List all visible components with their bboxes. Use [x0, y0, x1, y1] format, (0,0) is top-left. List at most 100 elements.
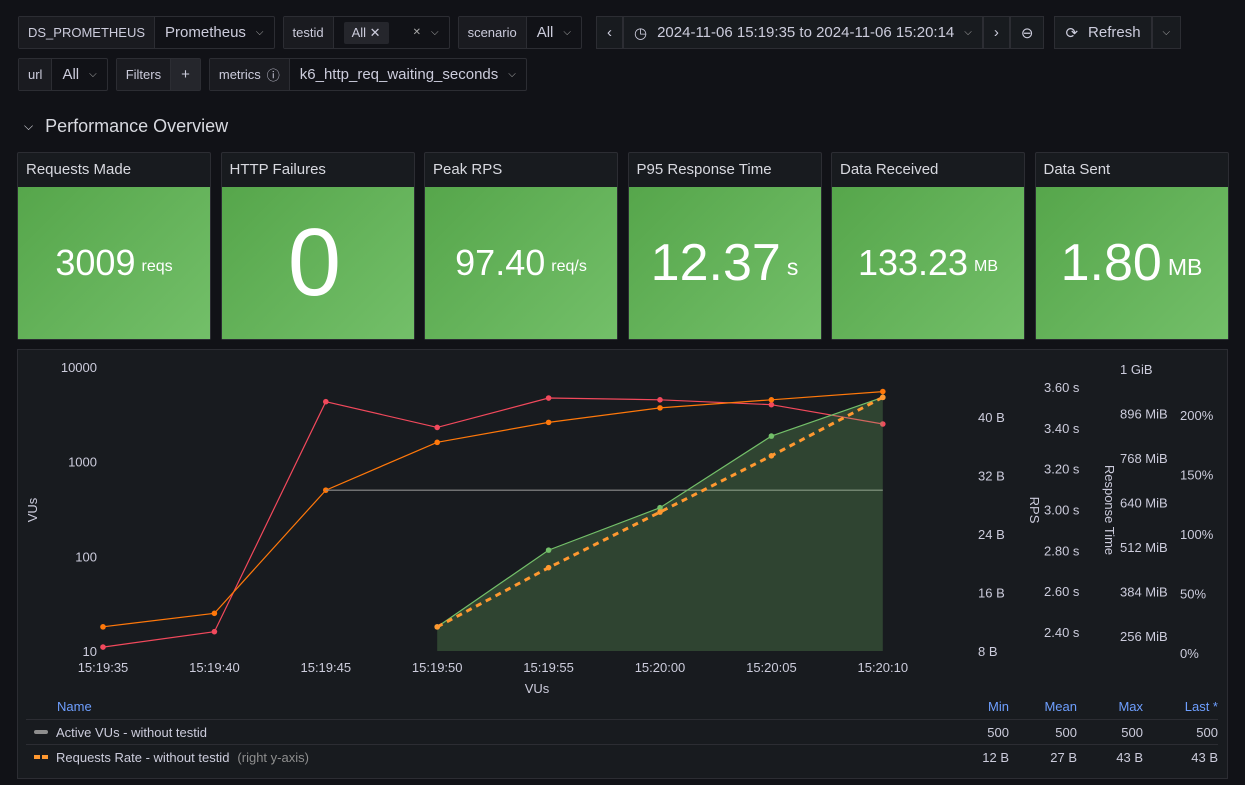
y-tick-label: 10 — [83, 644, 97, 659]
right-axis-tick: 3.40 s — [1044, 421, 1080, 436]
chevron-down-icon: ⌵ — [508, 69, 516, 80]
metrics-select[interactable]: k6_http_req_waiting_seconds ⌵ — [290, 59, 526, 90]
data-point — [434, 624, 441, 630]
right-axis-tick: 32 B — [978, 469, 1005, 484]
chevron-down-icon: ⌵ — [89, 69, 97, 80]
stat-panel: Data Sent 1.80 MB — [1034, 152, 1229, 340]
data-point — [545, 547, 552, 553]
y-tick-label: 1000 — [68, 455, 97, 470]
stat-panel: Data Received 133.23 MB — [831, 152, 1025, 340]
data-point — [323, 398, 329, 405]
zoom-out-button[interactable]: ⊖ — [1009, 16, 1045, 49]
stat-title: P95 Response Time — [636, 161, 772, 178]
x-tick-label: 15:20:00 — [635, 660, 686, 675]
datasource-variable[interactable]: DS_PROMETHEUS Prometheus ⌵ — [18, 16, 275, 49]
right-axis-tick: 640 MiB — [1120, 496, 1168, 511]
url-select[interactable]: All ⌵ — [52, 59, 106, 90]
right-axis-tick: 2.80 s — [1044, 543, 1080, 558]
x-tick-label: 15:19:55 — [523, 660, 574, 675]
x-tick-label: 15:19:40 — [189, 660, 240, 675]
stat-unit: MB — [1167, 253, 1203, 280]
right-axis-tick: 40 B — [978, 410, 1005, 425]
right-axis-tick: 200% — [1180, 408, 1214, 423]
stat-title: HTTP Failures — [229, 161, 326, 178]
chevron-down-icon: ⌵ — [1162, 27, 1171, 38]
x-tick-label: 15:20:05 — [746, 660, 797, 675]
refresh-button[interactable]: ⟳ Refresh — [1054, 16, 1152, 49]
data-point — [545, 395, 552, 401]
legend-header: Name Min Mean Max Last * — [57, 699, 1218, 714]
right-axis-tick: 768 MiB — [1120, 451, 1168, 466]
stat-unit: MB — [974, 258, 999, 275]
clear-icon[interactable]: ✕ — [413, 27, 421, 38]
stat-panel: Peak RPS 97.40 req/s — [424, 152, 618, 340]
stat-title: Requests Made — [26, 161, 132, 178]
data-point — [768, 433, 775, 439]
testid-select[interactable]: All ✕ ✕ ⌵ — [334, 17, 449, 48]
row-header-performance-overview[interactable]: ⌵ Performance Overview — [24, 116, 228, 137]
data-point — [768, 397, 775, 403]
data-point — [657, 509, 663, 515]
right-axis-tick: 100% — [1180, 527, 1214, 542]
right-axis-tick: 256 MiB — [1120, 629, 1168, 644]
stat-unit: reqs — [141, 258, 173, 275]
stat-panel: Requests Made 3009 reqs — [17, 152, 211, 340]
stat-value: 12.37 — [650, 234, 781, 292]
chevron-down-icon: ⌵ — [964, 27, 972, 38]
time-range-button[interactable]: ◷ 2024-11-06 15:19:35 to 2024-11-06 15:20… — [622, 16, 983, 49]
testid-variable[interactable]: testid All ✕ ✕ ⌵ — [282, 16, 450, 49]
add-filter-button[interactable]: + — [171, 59, 200, 90]
datasource-select[interactable]: Prometheus ⌵ — [155, 17, 273, 48]
url-variable[interactable]: url All ⌵ — [18, 58, 108, 91]
x-tick-label: 15:19:50 — [412, 660, 463, 675]
data-point — [211, 610, 218, 617]
time-forward-button[interactable]: › — [982, 16, 1010, 49]
x-tick-label: 15:19:45 — [300, 660, 351, 675]
right-axis-tick: 3.00 s — [1044, 503, 1080, 518]
data-point — [545, 564, 552, 571]
series-area — [437, 397, 883, 651]
right-axis-tick: 2.40 s — [1044, 625, 1080, 640]
right-axis-label-rps: RPS — [1027, 497, 1042, 524]
chevron-down-icon: ⌵ — [255, 27, 264, 38]
variables-row-2: url All ⌵ Filters + metrics ⓘ k6_http_req_wai… — [18, 58, 527, 91]
data-point — [211, 628, 218, 635]
legend-row[interactable]: Requests Rate - without testid (right y-a… — [26, 744, 1218, 769]
data-point — [768, 401, 775, 408]
y-tick-label: 10000 — [61, 360, 97, 375]
right-axis-tick: 0% — [1180, 646, 1199, 661]
right-axis-tick: 24 B — [978, 527, 1005, 542]
stat-value: 133.23 — [857, 242, 969, 283]
scenario-select[interactable]: All ⌵ — [527, 17, 581, 48]
refresh-interval-button[interactable]: ⌵ — [1151, 16, 1182, 49]
scenario-variable[interactable]: scenario All ⌵ — [457, 16, 582, 49]
legend-row[interactable]: Active VUs - without testid 500 500 500 500 — [26, 719, 1218, 744]
data-point — [657, 397, 663, 403]
time-back-button[interactable]: ‹ — [595, 16, 623, 49]
testid-chip[interactable]: All ✕ — [343, 21, 389, 44]
data-point — [100, 624, 106, 630]
stat-value: 0 — [287, 209, 342, 316]
series-color-icon — [34, 755, 48, 759]
right-axis-tick: 8 B — [978, 644, 998, 659]
data-point — [657, 405, 663, 411]
remove-icon[interactable]: ✕ — [370, 25, 381, 40]
stat-value: 97.40 — [455, 242, 546, 283]
right-axis-tick: 2.60 s — [1044, 584, 1080, 599]
right-axis-tick: 3.20 s — [1044, 462, 1080, 477]
filters: Filters + — [115, 58, 201, 91]
variables-row-1: DS_PROMETHEUS Prometheus ⌵ testid All ✕ ✕ ⌵ s… — [18, 16, 1182, 49]
data-point — [434, 424, 441, 431]
right-axis-tick: 50% — [1180, 587, 1206, 602]
clock-icon: ◷ — [633, 24, 648, 42]
metrics-variable[interactable]: metrics ⓘ k6_http_req_waiting_seconds ⌵ — [208, 58, 527, 91]
refresh-icon: ⟳ — [1065, 24, 1079, 42]
right-axis-tick: 384 MiB — [1120, 585, 1168, 600]
stat-value: 1.80 — [1060, 234, 1162, 292]
x-tick-label: 15:19:35 — [78, 660, 129, 675]
data-point — [880, 388, 886, 395]
refresh-picker: ⟳ Refresh ⌵ — [1054, 16, 1182, 49]
stat-panel: P95 Response Time 12.37 s — [627, 152, 822, 340]
series-color-icon — [34, 730, 48, 734]
chevron-down-icon: ⌵ — [563, 27, 571, 38]
